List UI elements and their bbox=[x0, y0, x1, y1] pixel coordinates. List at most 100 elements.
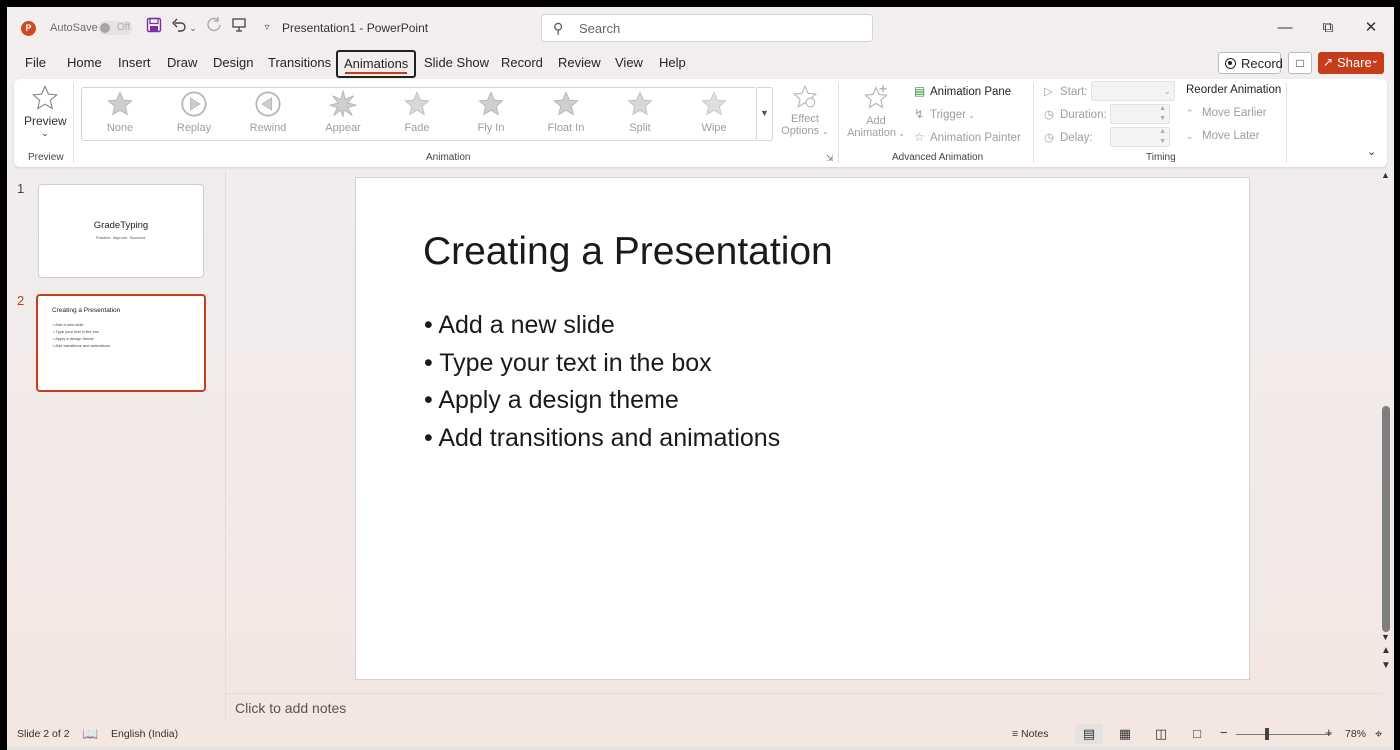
slide-sorter-icon[interactable]: ▦ bbox=[1111, 724, 1139, 744]
animation-replay[interactable]: Replay bbox=[164, 90, 224, 140]
tab-view[interactable]: View bbox=[615, 55, 643, 70]
zoom-out-icon[interactable]: − bbox=[1220, 725, 1228, 740]
thumbnail-bullet: • Add transitions and animations bbox=[53, 343, 110, 348]
notes-pane[interactable]: Click to add notes bbox=[226, 693, 1381, 722]
zoom-slider[interactable] bbox=[1236, 734, 1331, 735]
tab-design[interactable]: Design bbox=[213, 55, 253, 70]
animation-rewind[interactable]: Rewind bbox=[238, 90, 298, 140]
comments-button[interactable]: □ bbox=[1288, 52, 1312, 74]
close-icon[interactable]: ✕ bbox=[1356, 16, 1386, 40]
scrollbar-thumb[interactable] bbox=[1382, 406, 1390, 632]
chevron-down-icon: ⌄ bbox=[41, 128, 49, 138]
trigger-button[interactable]: ↯ Trigger ⌄ bbox=[914, 107, 975, 121]
tab-slide-show[interactable]: Slide Show bbox=[424, 55, 489, 70]
animation-appear[interactable]: Appear bbox=[313, 89, 373, 140]
scroll-down-icon[interactable]: ▼ bbox=[1381, 632, 1390, 642]
zoom-slider-knob[interactable] bbox=[1265, 728, 1269, 740]
spin-up-icon[interactable]: ▲ bbox=[1159, 128, 1166, 135]
spin-down-icon[interactable]: ▼ bbox=[1159, 115, 1166, 122]
spin-up-icon[interactable]: ▲ bbox=[1159, 105, 1166, 112]
slide-canvas[interactable]: Creating a Presentation • Add a new slid… bbox=[355, 177, 1250, 680]
customize-toolbar-icon[interactable]: ▿ bbox=[257, 17, 277, 39]
tab-record[interactable]: Record bbox=[501, 55, 543, 70]
tab-draw[interactable]: Draw bbox=[167, 55, 197, 70]
play-icon: ▷ bbox=[1044, 86, 1053, 98]
move-later-button[interactable]: ⌄ Move Later bbox=[1186, 130, 1260, 142]
slide-bullet[interactable]: • Add transitions and animations bbox=[424, 424, 780, 453]
clock-icon: ◷ bbox=[1044, 109, 1055, 121]
group-label-timing: Timing bbox=[1146, 152, 1176, 163]
fit-to-window-icon[interactable]: ⌖ bbox=[1375, 726, 1382, 742]
comment-icon: □ bbox=[1296, 56, 1304, 70]
autosave-toggle[interactable]: Off bbox=[98, 21, 132, 35]
move-earlier-button[interactable]: ⌃ Move Earlier bbox=[1186, 107, 1267, 119]
start-label: Start: bbox=[1060, 86, 1088, 98]
animation-gallery: None Replay Rewind Appear Fade Fly In Fl… bbox=[81, 87, 757, 141]
animation-fly-in[interactable]: Fly In bbox=[461, 90, 521, 140]
normal-view-icon[interactable]: ▤ bbox=[1075, 724, 1103, 744]
duration-input[interactable]: ▲ ▼ bbox=[1110, 104, 1170, 124]
slide-bullet[interactable]: • Apply a design theme bbox=[424, 386, 679, 415]
previous-slide-icon[interactable]: ▲ bbox=[1381, 645, 1391, 656]
record-button[interactable]: Record bbox=[1218, 52, 1283, 74]
slide-bullet[interactable]: • Add a new slide bbox=[424, 311, 615, 340]
tab-home[interactable]: Home bbox=[67, 55, 102, 70]
present-from-beginning-icon[interactable] bbox=[229, 17, 249, 39]
move-earlier-label: Move Earlier bbox=[1202, 107, 1267, 119]
collapse-ribbon-icon[interactable]: ⌄ bbox=[1367, 145, 1376, 158]
tab-animations[interactable]: Animations bbox=[336, 50, 417, 78]
slide-bullet[interactable]: • Type your text in the box bbox=[424, 349, 712, 378]
preview-button[interactable]: Preview ⌄ bbox=[24, 84, 67, 144]
slide-thumbnail-2[interactable]: Creating a Presentation • Add a new slid… bbox=[36, 294, 206, 392]
dialog-launcher-icon[interactable]: ⇲ bbox=[826, 153, 834, 164]
start-label-row: ▷ Start: bbox=[1044, 84, 1087, 98]
zoom-level[interactable]: 78% bbox=[1345, 728, 1366, 740]
notes-toggle-label: Notes bbox=[1021, 728, 1049, 740]
thumbnail-title: Creating a Presentation bbox=[52, 307, 121, 314]
vertical-scrollbar[interactable]: ▲ ▼ bbox=[1379, 170, 1393, 678]
add-animation-icon bbox=[864, 85, 888, 109]
minimize-icon[interactable]: — bbox=[1270, 16, 1300, 40]
save-icon[interactable] bbox=[144, 17, 164, 39]
pane-divider[interactable] bbox=[225, 170, 226, 722]
tab-file[interactable]: File bbox=[25, 55, 46, 70]
animation-painter-button[interactable]: ☆ Animation Painter bbox=[914, 130, 1021, 144]
tab-review[interactable]: Review bbox=[558, 55, 601, 70]
autosave-label: AutoSave bbox=[50, 22, 98, 34]
animation-split[interactable]: Split bbox=[610, 90, 670, 140]
add-animation-button[interactable]: Add Animation ⌄ bbox=[846, 84, 906, 146]
accessibility-book-icon[interactable]: 📖 bbox=[82, 726, 98, 742]
effect-options-button[interactable]: Effect Options ⌄ bbox=[779, 84, 831, 146]
tab-transitions[interactable]: Transitions bbox=[268, 55, 331, 70]
restore-icon[interactable]: ⧉ bbox=[1313, 16, 1343, 40]
star-icon bbox=[553, 91, 579, 116]
delay-input[interactable]: ▲ ▼ bbox=[1110, 127, 1170, 147]
slide-show-icon[interactable]: □ bbox=[1183, 724, 1211, 744]
zoom-in-icon[interactable]: + bbox=[1325, 725, 1333, 740]
star-icon bbox=[404, 91, 430, 116]
animation-none[interactable]: None bbox=[90, 90, 150, 140]
tab-insert[interactable]: Insert bbox=[118, 55, 151, 70]
share-button[interactable]: ↗ Share ⌄ bbox=[1318, 52, 1384, 74]
gallery-more-icon[interactable]: ▼ bbox=[757, 87, 773, 141]
redo-icon[interactable] bbox=[204, 17, 224, 39]
slide-title[interactable]: Creating a Presentation bbox=[423, 230, 833, 274]
undo-dropdown-icon[interactable]: ⌄ bbox=[187, 17, 199, 39]
undo-icon[interactable] bbox=[169, 17, 189, 39]
language-indicator[interactable]: English (India) bbox=[111, 728, 178, 740]
reading-view-icon[interactable]: ◫ bbox=[1147, 724, 1175, 744]
next-slide-icon[interactable]: ▼ bbox=[1381, 660, 1391, 671]
tab-help[interactable]: Help bbox=[659, 55, 686, 70]
duration-label: Duration: bbox=[1060, 109, 1107, 121]
animation-pane-button[interactable]: ▤ Animation Pane bbox=[914, 84, 1011, 98]
slide-thumbnail-1[interactable]: GradeTyping Practice. Improve. Succeed. bbox=[38, 184, 204, 278]
search-placeholder: Search bbox=[579, 21, 621, 36]
animation-wipe[interactable]: Wipe bbox=[684, 90, 744, 140]
search-box[interactable]: ⚲ Search bbox=[541, 14, 873, 42]
animation-float-in[interactable]: Float In bbox=[536, 90, 596, 140]
spin-down-icon[interactable]: ▼ bbox=[1159, 138, 1166, 145]
scroll-up-icon[interactable]: ▲ bbox=[1381, 170, 1390, 180]
animation-fade[interactable]: Fade bbox=[387, 90, 447, 140]
start-dropdown[interactable]: ⌄ bbox=[1091, 81, 1175, 101]
notes-toggle-button[interactable]: ≡ Notes bbox=[1012, 728, 1048, 740]
